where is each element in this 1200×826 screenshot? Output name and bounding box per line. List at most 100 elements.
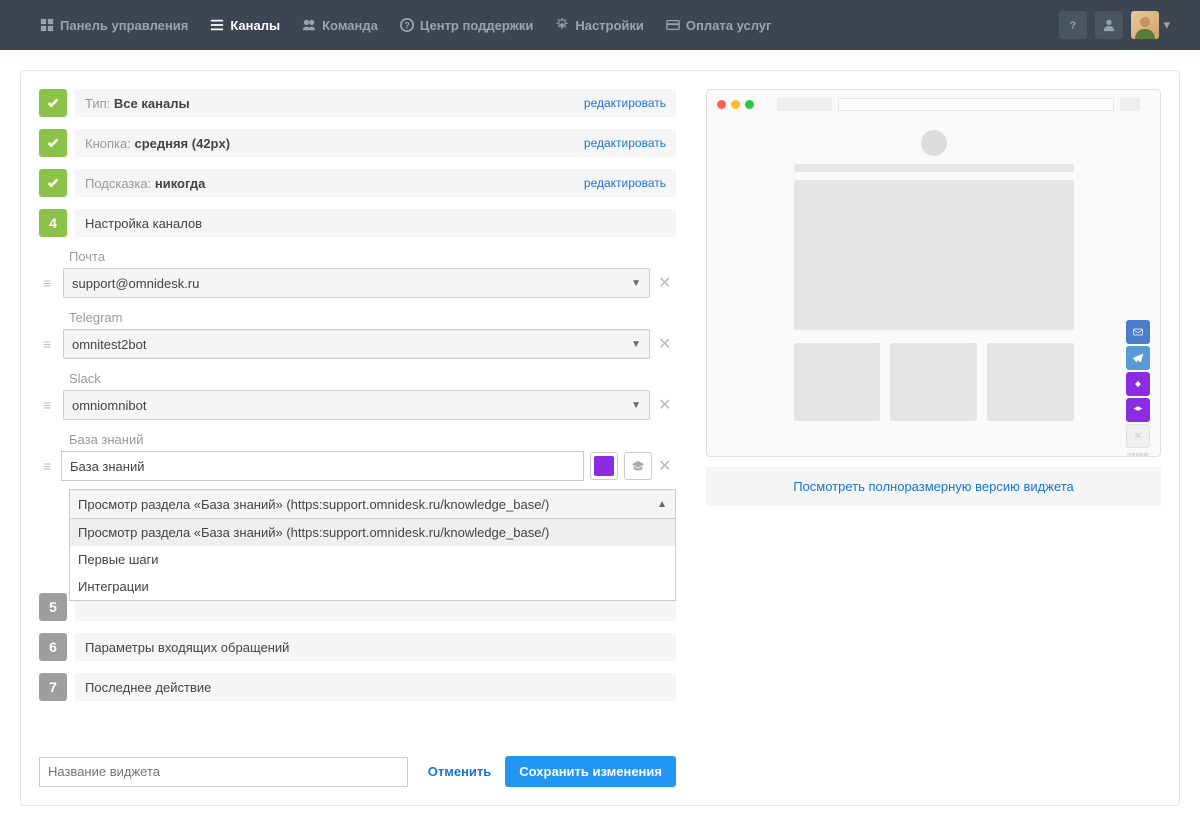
step-title: Параметры входящих обращений [85, 640, 289, 655]
chevron-down-icon: ▼ [631, 339, 641, 350]
check-icon [46, 176, 60, 190]
edit-link[interactable]: редактировать [584, 176, 666, 190]
step-title: Последнее действие [85, 680, 211, 695]
telegram-select[interactable]: omnitest2bot ▼ [63, 329, 650, 359]
check-badge [39, 89, 67, 117]
select-value: support@omnidesk.ru [72, 276, 199, 291]
footer: Отменить Сохранить изменения [39, 756, 676, 787]
mail-select[interactable]: support@omnidesk.ru ▼ [63, 268, 650, 298]
browser-url-bar [777, 98, 1140, 111]
channel-mail: Почта ≡ support@omnidesk.ru ▼ ✕ [39, 249, 676, 298]
nav-billing[interactable]: Оплата услуг [656, 0, 782, 50]
delete-button[interactable]: ✕ [658, 456, 676, 476]
step-7: 7 Последнее действие [39, 673, 676, 701]
nav-label: Оплата услуг [686, 18, 772, 33]
edit-link[interactable]: редактировать [584, 136, 666, 150]
chevron-down-icon: ▼ [631, 278, 641, 289]
graduation-cap-icon [631, 459, 645, 473]
placeholder-line [794, 164, 1074, 172]
main-container: Тип: Все каналы редактировать Кнопка: ср… [20, 70, 1180, 806]
nav-label: Центр поддержки [420, 18, 534, 33]
nav-dashboard[interactable]: Панель управления [30, 0, 198, 50]
top-navigation: Панель управления Каналы Команда ? Центр… [0, 0, 1200, 50]
save-button[interactable]: Сохранить изменения [505, 756, 676, 787]
step-value: Все каналы [114, 96, 190, 111]
drag-handle[interactable]: ≡ [39, 275, 55, 291]
widget-btn-telegram[interactable] [1126, 346, 1150, 370]
select-value: Просмотр раздела «База знаний» (https:su… [78, 497, 549, 512]
step-number-badge: 6 [39, 633, 67, 661]
drag-handle[interactable]: ≡ [39, 397, 55, 413]
check-icon [46, 136, 60, 150]
step-number-badge: 7 [39, 673, 67, 701]
drag-handle[interactable]: ≡ [39, 458, 55, 474]
help-button[interactable]: ? [1059, 11, 1087, 39]
kb-option[interactable]: Первые шаги [70, 546, 675, 573]
widget-name-input[interactable] [39, 757, 408, 787]
edit-link[interactable]: редактировать [584, 96, 666, 110]
channel-label-mail: Почта [69, 249, 676, 264]
browser-dots [717, 100, 754, 109]
step-channels-config: 4 Настройка каналов [39, 209, 676, 237]
avatar [1131, 11, 1159, 39]
channel-label-slack: Slack [69, 371, 676, 386]
widget-brand: omnidesk [1126, 452, 1150, 458]
dashboard-icon [40, 18, 54, 32]
kb-icon-button[interactable] [624, 452, 652, 480]
channel-slack: Slack ≡ omniomnibot ▼ ✕ [39, 371, 676, 420]
widget-channel-buttons: ✕ omnidesk [1126, 320, 1150, 458]
step-number-badge: 4 [39, 209, 67, 237]
cancel-link[interactable]: Отменить [428, 764, 492, 779]
step-type: Тип: Все каналы редактировать [39, 89, 676, 117]
nav-channels[interactable]: Каналы [200, 0, 290, 50]
step-prefix: Подсказка: [85, 176, 151, 191]
svg-text:?: ? [1070, 20, 1076, 32]
kb-dropdown: Просмотр раздела «База знаний» (https:su… [69, 519, 676, 601]
fullsize-preview-link[interactable]: Посмотреть полноразмерную версию виджета [706, 467, 1161, 506]
slack-icon [1132, 378, 1144, 390]
chevron-up-icon: ▲ [657, 499, 667, 510]
nav-team[interactable]: Команда [292, 0, 388, 50]
widget-preview: ✕ omnidesk [706, 89, 1161, 457]
nav-help-center[interactable]: ? Центр поддержки [390, 0, 544, 50]
chevron-down-icon: ▼ [631, 400, 641, 411]
drag-handle[interactable]: ≡ [39, 336, 55, 352]
widget-btn-close[interactable]: ✕ [1126, 424, 1150, 448]
widget-btn-slack[interactable] [1126, 372, 1150, 396]
step-value: средняя (42px) [134, 136, 230, 151]
check-badge [39, 169, 67, 197]
widget-btn-mail[interactable] [1126, 320, 1150, 344]
channel-knowledge-base: База знаний ≡ ✕ Просмотр раздела «База з… [39, 432, 676, 601]
profile-button[interactable] [1095, 11, 1123, 39]
delete-button[interactable]: ✕ [658, 395, 676, 415]
delete-button[interactable]: ✕ [658, 273, 676, 293]
color-picker[interactable] [590, 452, 618, 480]
kb-option[interactable]: Просмотр раздела «База знаний» (https:su… [70, 519, 675, 546]
envelope-icon [1132, 326, 1144, 338]
telegram-icon [1132, 352, 1144, 364]
kb-option[interactable]: Интеграции [70, 573, 675, 600]
step-button: Кнопка: средняя (42px) редактировать [39, 129, 676, 157]
help-icon: ? [400, 18, 414, 32]
list-icon [210, 18, 224, 32]
widget-btn-kb[interactable] [1126, 398, 1150, 422]
chevron-down-icon: ▾ [1163, 17, 1170, 33]
step-prefix: Тип: [85, 96, 110, 111]
nav-settings[interactable]: Настройки [545, 0, 654, 50]
channel-label-kb: База знаний [69, 432, 676, 447]
channel-telegram: Telegram ≡ omnitest2bot ▼ ✕ [39, 310, 676, 359]
placeholder-avatar [921, 130, 947, 156]
users-icon [302, 18, 316, 32]
select-value: omniomnibot [72, 398, 146, 413]
kb-section-select[interactable]: Просмотр раздела «База знаний» (https:su… [69, 489, 676, 519]
nav-label: Панель управления [60, 18, 188, 33]
kb-title-input[interactable] [61, 451, 584, 481]
delete-button[interactable]: ✕ [658, 334, 676, 354]
card-icon [666, 18, 680, 32]
slack-select[interactable]: omniomnibot ▼ [63, 390, 650, 420]
user-menu[interactable]: ▾ [1131, 11, 1170, 39]
check-icon [46, 96, 60, 110]
step-tooltip: Подсказка: никогда редактировать [39, 169, 676, 197]
close-icon: ✕ [1134, 431, 1142, 442]
graduation-cap-icon [1132, 404, 1144, 416]
